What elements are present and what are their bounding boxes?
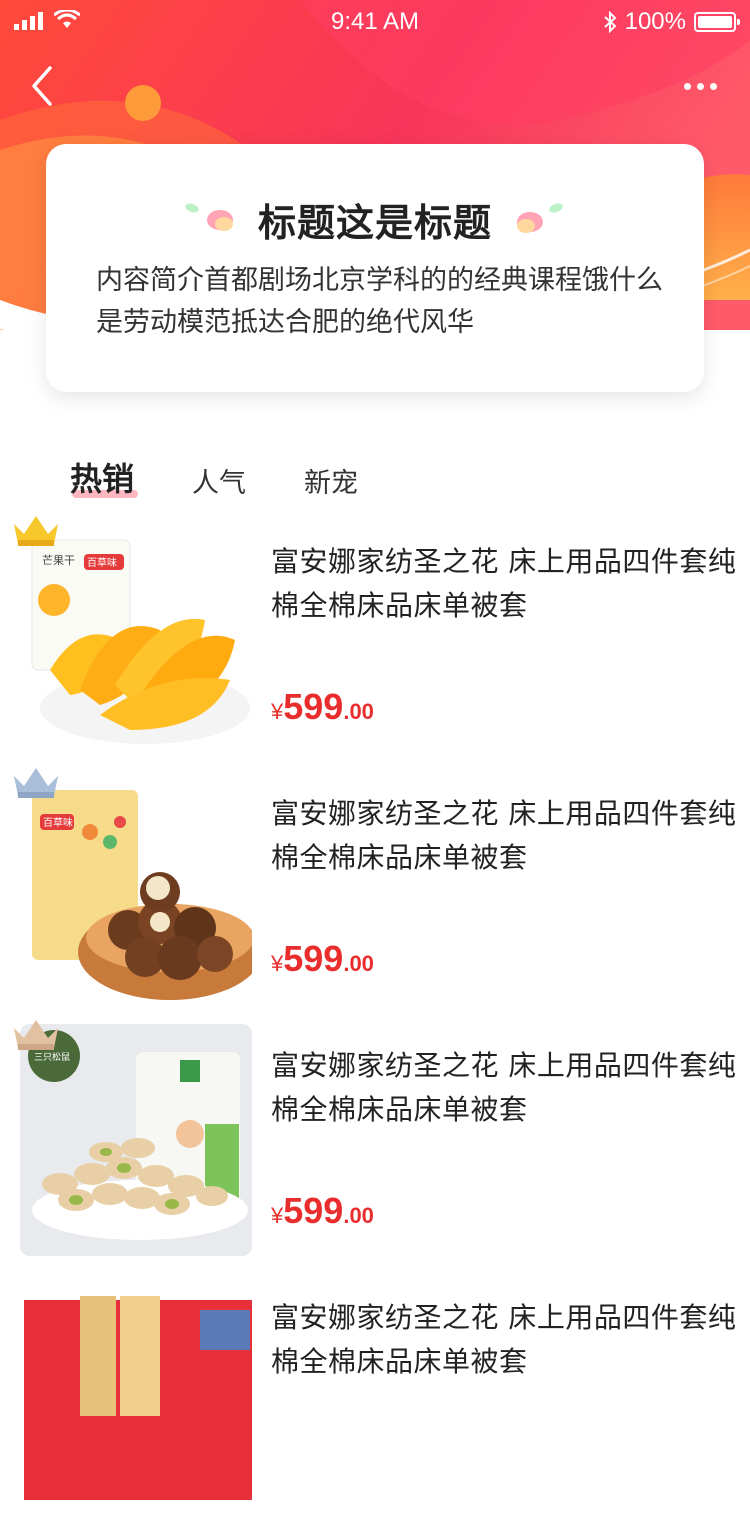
product-item[interactable]: 百草味 富安娜家纺圣之花 床上用品四件套纯棉全棉床品床单被套 ¥599.00 [0,762,750,1014]
gift-box-image [20,1276,252,1508]
card-intro: 内容简介首都剧场北京学科的的经典课程饿什么是劳动模范抵达合肥的绝代风华 [96,265,663,338]
product-name[interactable]: 富安娜家纺圣之花 床上用品四件套纯棉全棉床品床单被套 [271,1296,741,1384]
price-decimal: .00 [343,1203,374,1228]
more-dots-icon [683,82,691,90]
tab-bar: 热销 人气 新宠 [70,440,358,500]
brand-label-text: 百草味 [43,817,73,829]
card-title: 标题这是标题 [257,201,492,245]
tab-hot[interactable]: 热销 [70,454,139,500]
price-decimal: .00 [343,699,374,724]
product-info: 富安娜家纺圣之花 床上用品四件套纯棉全棉床品床单被套 [271,792,741,880]
price-integer: 599 [283,686,344,727]
product-info: 富安娜家纺圣之花 床上用品四件套纯棉全棉床品床单被套 [271,1044,741,1132]
product-name[interactable]: 富安娜家纺圣之花 床上用品四件套纯棉全棉床品床单被套 [271,1044,741,1132]
macadamia-nuts-image: 百草味 [20,772,252,1004]
price-currency: ¥ [271,951,284,976]
intro-card: 标题这是标题 内容简介首都剧场北京学科的的经典课程饿什么是劳动模范抵达合肥的绝代… [46,144,704,392]
price-decimal: .00 [343,951,374,976]
back-button[interactable] [28,64,68,108]
product-image: 三只松鼠 [20,1024,252,1256]
status-bar: 9:41 AM 100% [0,0,750,44]
product-image: 百草味 [20,772,252,1004]
gold-crown-icon [14,516,58,546]
package-label-text: 芒果干 [42,554,75,567]
bluetooth-icon [603,11,617,33]
card-title-row: 标题这是标题 [46,192,704,247]
price-currency: ¥ [271,1203,284,1228]
dried-mango-image: 芒果干 百草味 [20,520,252,752]
product-image [20,1276,252,1508]
product-list: 芒果干 百草味 富安娜家纺圣之花 床上用品四件套纯棉全棉床品床单被套 ¥599.… [0,510,750,1518]
brand-label-text: 三只松鼠 [34,1051,70,1063]
battery-percent: 100% [624,8,686,35]
product-price: ¥599.00 [271,938,374,980]
brand-label-text: 百草味 [87,557,117,569]
product-price: ¥599.00 [271,686,374,728]
price-integer: 599 [283,938,344,979]
product-item[interactable]: 三只松鼠 富安娜家纺圣之花 床上用品四件套纯棉全棉床品床单被套 ¥599.00 [0,1014,750,1266]
chevron-left-icon [32,66,52,106]
bronze-crown-icon [14,1020,58,1050]
battery-icon [694,12,740,32]
leaf-decoration-icon [185,203,233,231]
product-name[interactable]: 富安娜家纺圣之花 床上用品四件套纯棉全棉床品床单被套 [271,792,741,880]
leaf-decoration-icon [517,203,563,233]
status-right: 100% [603,8,740,36]
price-integer: 599 [283,1190,344,1231]
tab-popular[interactable]: 人气 [192,461,246,500]
product-item[interactable]: 富安娜家纺圣之花 床上用品四件套纯棉全棉床品床单被套 [0,1266,750,1518]
product-name[interactable]: 富安娜家纺圣之花 床上用品四件套纯棉全棉床品床单被套 [271,540,741,628]
pistachio-nuts-image: 三只松鼠 [20,1024,252,1256]
more-button[interactable] [680,76,720,96]
product-info: 富安娜家纺圣之花 床上用品四件套纯棉全棉床品床单被套 [271,540,741,628]
product-item[interactable]: 芒果干 百草味 富安娜家纺圣之花 床上用品四件套纯棉全棉床品床单被套 ¥599.… [0,510,750,762]
tab-new[interactable]: 新宠 [304,461,358,500]
product-image: 芒果干 百草味 [20,520,252,752]
product-info: 富安娜家纺圣之花 床上用品四件套纯棉全棉床品床单被套 [271,1296,741,1384]
product-price: ¥599.00 [271,1190,374,1232]
silver-crown-icon [14,768,58,798]
price-currency: ¥ [271,699,284,724]
